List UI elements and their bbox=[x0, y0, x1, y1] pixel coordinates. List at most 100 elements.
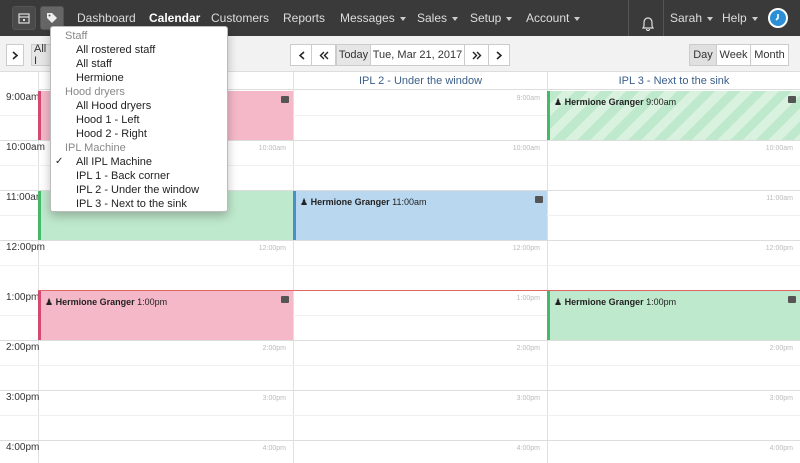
chevron-down-icon bbox=[751, 16, 758, 21]
briefcase-icon bbox=[535, 196, 543, 203]
appointment-title: ♟ Hermione Granger 1:00pm bbox=[45, 297, 168, 307]
prev-week-button[interactable] bbox=[311, 44, 336, 66]
dropdown-item[interactable]: IPL 3 - Next to the sink bbox=[76, 198, 187, 210]
help-label: Help bbox=[722, 11, 747, 25]
chevron-down-icon bbox=[506, 16, 513, 21]
time-label: 2:00pm bbox=[6, 342, 40, 353]
chevron-right-icon bbox=[11, 50, 18, 60]
time-label: 10:00am bbox=[6, 142, 45, 153]
appointment-block[interactable]: ♟ Hermione Granger 1:00pm bbox=[38, 291, 293, 340]
hour-line bbox=[0, 440, 800, 441]
briefcase-icon bbox=[281, 296, 289, 303]
slot-label: 10:00am bbox=[512, 145, 540, 152]
user-name: Sarah bbox=[670, 11, 703, 25]
notifications-button[interactable] bbox=[642, 9, 654, 32]
dropdown-item[interactable]: All staff bbox=[76, 58, 112, 70]
chevron-left-icon bbox=[298, 50, 304, 60]
nav-setup[interactable]: Setup bbox=[470, 0, 513, 36]
next-week-button[interactable] bbox=[464, 44, 489, 66]
view-day-button[interactable]: Day bbox=[689, 44, 717, 66]
prev-day-button[interactable] bbox=[290, 44, 312, 66]
tag-icon bbox=[47, 13, 57, 23]
slot-label: 3:00pm bbox=[769, 395, 793, 402]
view-week-button[interactable]: Week bbox=[716, 44, 751, 66]
resource-filter-dropdown: Staff All rostered staff All staff Hermi… bbox=[50, 26, 228, 212]
slot-label: 4:00pm bbox=[262, 445, 286, 452]
dropdown-group-label: Staff bbox=[65, 30, 88, 42]
bell-icon bbox=[642, 17, 654, 32]
nav-divider bbox=[663, 0, 664, 36]
briefcase-icon bbox=[281, 96, 289, 103]
hour-line bbox=[0, 340, 800, 341]
sidebar-toggle-button[interactable] bbox=[6, 44, 24, 66]
appointment-client: Hermione Granger bbox=[55, 297, 135, 307]
chevron-down-icon bbox=[399, 16, 406, 21]
appointment-time: 1:00pm bbox=[646, 297, 677, 307]
slot-label: 10:00am bbox=[258, 145, 286, 152]
calendar-icon bbox=[18, 13, 30, 24]
nav-account[interactable]: Account bbox=[526, 0, 581, 36]
nav-messages-label: Messages bbox=[340, 11, 395, 25]
appointment-block[interactable]: ♟ Hermione Granger 9:00am bbox=[547, 91, 800, 140]
appointment-title: ♟ Hermione Granger 11:00am bbox=[300, 197, 427, 207]
dropdown-item[interactable]: Hood 2 - Right bbox=[76, 128, 147, 140]
nav-divider bbox=[628, 0, 629, 36]
slot-label: 1:00pm bbox=[516, 295, 540, 302]
time-label: 12:00pm bbox=[6, 242, 45, 253]
slot-label: 11:00am bbox=[766, 195, 793, 202]
dropdown-item[interactable]: IPL 1 - Back corner bbox=[76, 170, 170, 182]
chevron-down-icon bbox=[707, 16, 714, 21]
slot-label: 12:00pm bbox=[765, 245, 793, 252]
briefcase-icon bbox=[788, 296, 796, 303]
slot-label: 9:00am bbox=[516, 95, 540, 102]
slot-label: 12:00pm bbox=[258, 245, 286, 252]
dropdown-item[interactable]: IPL 2 - Under the window bbox=[76, 184, 199, 196]
appointment-time: 11:00am bbox=[392, 197, 427, 207]
dropdown-item[interactable]: Hood 1 - Left bbox=[76, 114, 140, 126]
hour-line bbox=[0, 390, 800, 391]
dropdown-item[interactable]: All rostered staff bbox=[76, 44, 155, 56]
calendar-icon-button[interactable] bbox=[12, 6, 36, 30]
slot-label: 4:00pm bbox=[516, 445, 540, 452]
appointment-block[interactable]: ♟ Hermione Granger 1:00pm bbox=[547, 291, 800, 340]
clock-icon bbox=[775, 14, 779, 21]
user-menu[interactable]: Sarah bbox=[670, 0, 714, 36]
appointment-client: Hermione Granger bbox=[310, 197, 390, 207]
view-month-button[interactable]: Month bbox=[750, 44, 789, 66]
time-label: 9:00am bbox=[6, 92, 40, 103]
slot-label: 12:00pm bbox=[512, 245, 540, 252]
slot-label: 3:00pm bbox=[262, 395, 286, 402]
appointment-client: Hermione Granger bbox=[564, 97, 644, 107]
double-chevron-left-icon bbox=[319, 51, 328, 59]
appointment-block[interactable]: ♟ Hermione Granger 11:00am bbox=[293, 191, 547, 240]
next-day-button[interactable] bbox=[488, 44, 510, 66]
appointment-time: 1:00pm bbox=[137, 297, 168, 307]
appointment-client: Hermione Granger bbox=[564, 297, 644, 307]
checkmark-icon: ✓ bbox=[55, 156, 64, 167]
hour-line bbox=[0, 240, 800, 241]
half-hour-line bbox=[0, 365, 800, 366]
double-chevron-right-icon bbox=[472, 51, 481, 59]
dropdown-item[interactable]: All Hood dryers bbox=[76, 100, 151, 112]
dropdown-item[interactable]: Hermione bbox=[76, 72, 124, 84]
dropdown-item-selected[interactable]: All IPL Machine bbox=[76, 156, 152, 168]
today-button[interactable]: Today bbox=[336, 44, 371, 66]
date-picker[interactable]: Tue, Mar 21, 2017 bbox=[370, 44, 465, 66]
slot-label: 4:00pm bbox=[769, 445, 793, 452]
time-label: 4:00pm bbox=[6, 442, 40, 453]
nav-account-label: Account bbox=[526, 11, 570, 25]
half-hour-line bbox=[0, 415, 800, 416]
slot-label: 2:00pm bbox=[516, 345, 540, 352]
avatar[interactable] bbox=[768, 8, 788, 28]
dropdown-group-label: IPL Machine bbox=[65, 142, 126, 154]
slot-label: 2:00pm bbox=[769, 345, 793, 352]
column-header: IPL 2 - Under the window bbox=[293, 72, 547, 90]
nav-messages[interactable]: Messages bbox=[340, 0, 406, 36]
slot-label: 2:00pm bbox=[262, 345, 286, 352]
help-menu[interactable]: Help bbox=[722, 0, 758, 36]
nav-sales[interactable]: Sales bbox=[417, 0, 459, 36]
nav-reports[interactable]: Reports bbox=[283, 0, 325, 36]
half-hour-line bbox=[0, 265, 800, 266]
chevron-right-icon bbox=[496, 50, 502, 60]
time-label: 3:00pm bbox=[6, 392, 40, 403]
